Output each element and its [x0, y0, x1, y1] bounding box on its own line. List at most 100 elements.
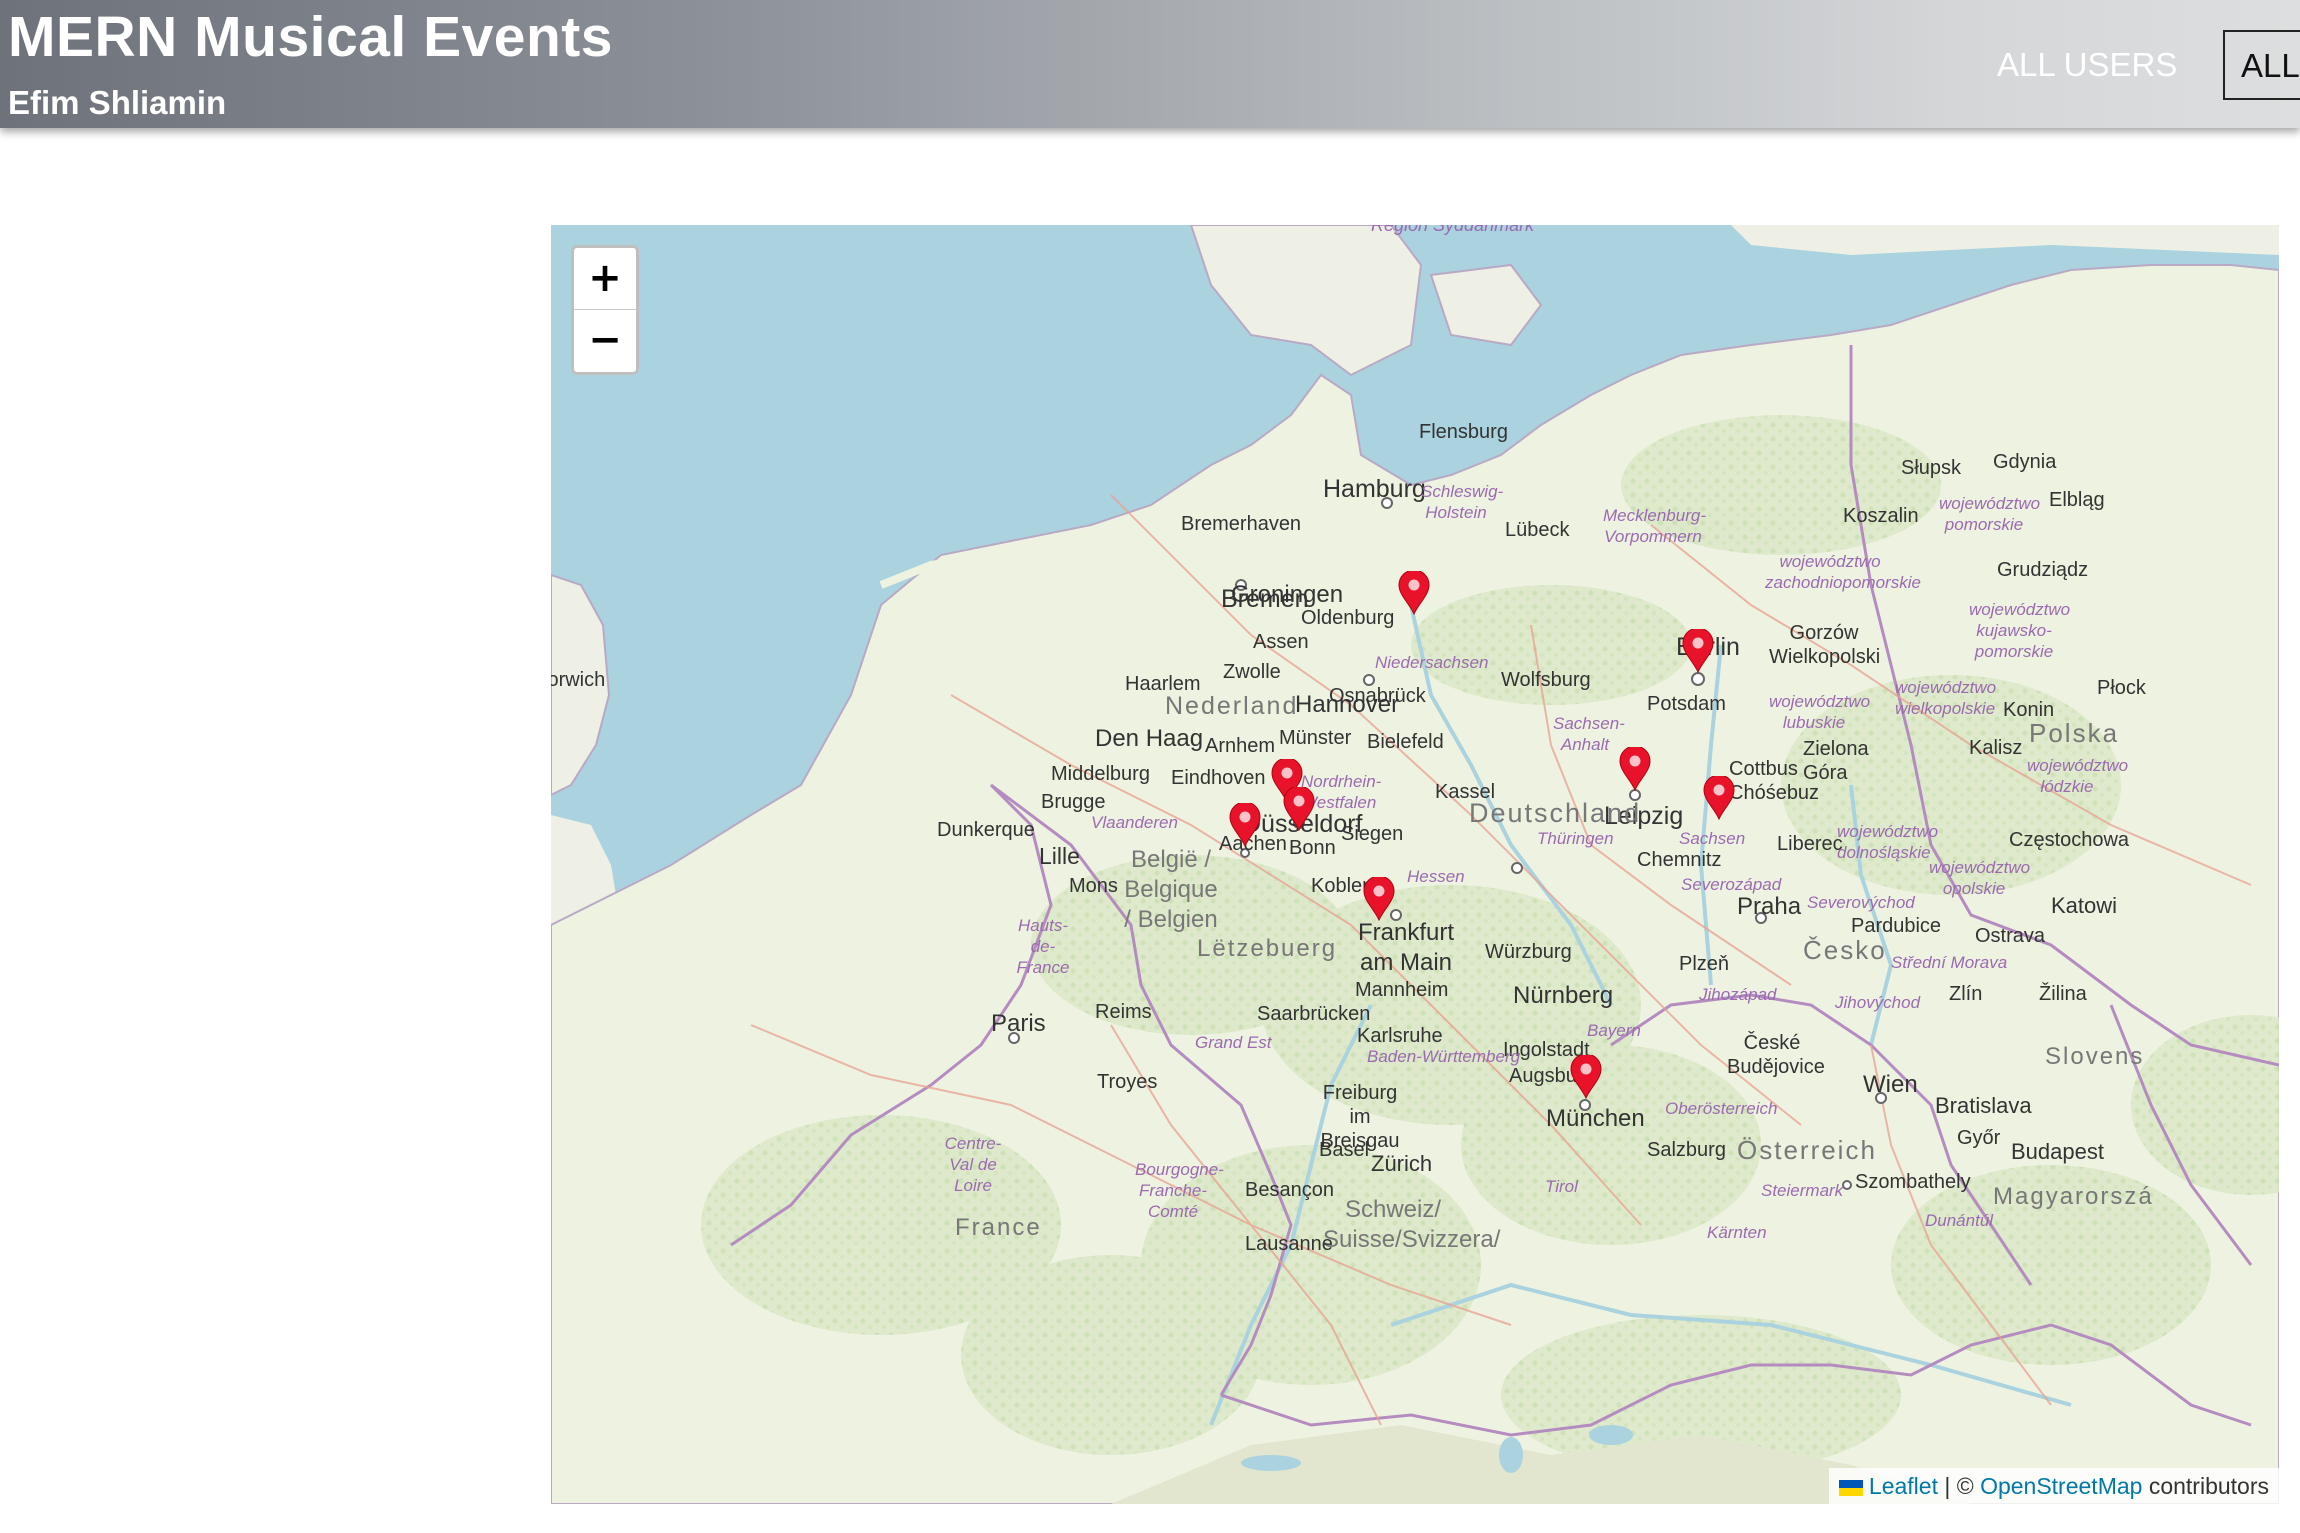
label-vlaanderen: Vlaanderen [1091, 813, 1178, 832]
label-czestochowa: Częstochowa [2009, 829, 2130, 851]
label-siegen: Siegen [1341, 823, 1404, 845]
label-szombathely: Szombathely [1855, 1171, 1971, 1193]
label-zuerich: Zürich [1371, 1151, 1433, 1176]
label-elblag: Elbląg [2049, 489, 2105, 511]
label-jihovychod: Jihovýchod [1835, 993, 1921, 1012]
events-map[interactable]: Hamburg Bremen Bremerhaven Berlin Hannov… [551, 225, 2279, 1504]
label-slupsk: Słupsk [1901, 457, 1962, 479]
label-lodzkie: województwo łódzkie [2027, 756, 2129, 796]
label-bratislava: Bratislava [1935, 1093, 2032, 1118]
label-katowice: Katowi [2051, 893, 2118, 918]
leaflet-link[interactable]: Leaflet [1869, 1473, 1938, 1499]
zoom-out-button[interactable]: − [574, 310, 636, 371]
label-pomorskie: województwo pomorskie [1939, 494, 2041, 534]
map-marker-icon[interactable] [1397, 571, 1431, 615]
map-marker-icon[interactable] [1282, 787, 1316, 831]
label-potsdam: Potsdam [1647, 693, 1726, 715]
label-bourgogne: Bourgogne-Franche-Comté [1135, 1160, 1224, 1221]
label-saarbruecken: Saarbrücken [1257, 1003, 1371, 1025]
author-name: Efim Shliamin [8, 84, 227, 121]
label-nederland: Nederland [1165, 692, 1299, 720]
map-attribution: Leaflet | © OpenStreetMap contributors [1828, 1468, 2279, 1504]
label-cottbus: Cottbus Chóśebuz [1729, 758, 1820, 804]
label-schweiz: Schweiz/ Suisse/Svizzera/ [1323, 1196, 1501, 1253]
label-chemnitz: Chemnitz [1637, 849, 1722, 871]
label-gorzow: Gorzów Wielkopolski [1769, 622, 1881, 668]
label-gdynia: Gdynia [1993, 451, 2057, 473]
label-plock: Płock [2097, 677, 2146, 699]
label-severozapad: Severozápad [1681, 875, 1782, 894]
nav-all-users-link[interactable]: ALL USERS [1997, 46, 2177, 84]
label-polska: Polska [2029, 718, 2120, 748]
map-marker-icon[interactable] [1228, 803, 1262, 847]
label-konin: Konin [2003, 699, 2055, 721]
label-luebeck: Lübeck [1505, 519, 1570, 541]
label-muenchen: München [1546, 1105, 1645, 1132]
label-severovychod: Severovýchod [1807, 893, 1915, 912]
label-steiermark: Steiermark [1761, 1181, 1844, 1200]
label-hessen: Hessen [1407, 867, 1465, 886]
label-plzen: Plzeň [1679, 953, 1730, 975]
label-liberec: Liberec [1777, 833, 1843, 855]
label-jihozapad: Jihozápad [1699, 985, 1777, 1004]
label-wuerzburg: Würzburg [1485, 941, 1572, 963]
label-grand-est: Grand Est [1195, 1033, 1272, 1052]
openstreetmap-link[interactable]: OpenStreetMap [1980, 1473, 2142, 1499]
ukraine-flag-icon [1838, 1480, 1863, 1496]
label-muenster: Münster [1279, 727, 1352, 749]
label-tirol: Tirol [1545, 1177, 1578, 1196]
attribution-contributors: contributors [2142, 1473, 2269, 1499]
label-eindhoven: Eindhoven [1171, 767, 1266, 789]
label-koszalin: Koszalin [1843, 505, 1919, 527]
label-pardubice: Pardubice [1851, 915, 1942, 937]
label-flensburg: Flensburg [1419, 421, 1508, 443]
label-osterreich: Österreich [1737, 1135, 1877, 1165]
label-magyarorszag: Magyarorszá [1993, 1183, 2154, 1210]
label-arnhem: Arnhem [1205, 735, 1276, 757]
label-stredni-morava: Střední Morava [1891, 953, 2008, 972]
label-france: France [955, 1214, 1042, 1241]
label-sachsen-anhalt: Sachsen-Anhalt [1553, 714, 1625, 754]
label-bremerhaven: Bremerhaven [1181, 513, 1302, 535]
map-marker-icon[interactable] [1569, 1055, 1603, 1099]
label-sachsen: Sachsen [1679, 829, 1746, 848]
map-marker-icon[interactable] [1362, 877, 1396, 921]
label-den-haag: Den Haag [1095, 725, 1204, 752]
label-wielkopolskie: województwo wielkopolskie [1895, 678, 1997, 718]
label-assen: Assen [1253, 631, 1309, 653]
map-marker-icon[interactable] [1702, 776, 1736, 820]
label-thueringen: Thüringen [1537, 829, 1614, 848]
label-troyes: Troyes [1097, 1071, 1158, 1093]
label-haarlem: Haarlem [1125, 673, 1201, 695]
label-karlsruhe: Karlsruhe [1357, 1025, 1443, 1047]
map-marker-icon[interactable] [1681, 629, 1715, 673]
label-oldenburg: Oldenburg [1301, 607, 1395, 629]
label-norwich: Norwich [551, 669, 606, 691]
label-freiburg: Freiburg im Breisgau [1320, 1082, 1400, 1152]
label-dunkerque: Dunkerque [937, 819, 1035, 841]
label-bonn: Bonn [1289, 837, 1336, 859]
label-hamburg: Hamburg [1323, 475, 1426, 503]
label-cesko: Česko [1803, 935, 1887, 965]
label-gyor: Győr [1957, 1127, 2001, 1149]
label-zachodniopomorskie: województwo zachodniopomorskie [1765, 552, 1921, 592]
label-salzburg: Salzburg [1647, 1139, 1726, 1161]
label-belgie: België / Belgique / Belgien [1124, 846, 1218, 933]
app-header: MERN Musical Events Efim Shliamin ALL US… [0, 0, 2300, 128]
label-mannheim: Mannheim [1355, 979, 1449, 1001]
label-praha: Praha [1737, 893, 1802, 920]
label-opolskie: województwo opolskie [1929, 858, 2031, 898]
label-mecklenburg: Mecklenburg-Vorpommern [1603, 506, 1706, 546]
label-oberoesterreich: Oberösterreich [1665, 1099, 1778, 1118]
label-lausanne: Lausanne [1245, 1233, 1333, 1255]
label-paris: Paris [991, 1010, 1046, 1037]
label-zwolle: Zwolle [1223, 661, 1281, 683]
nav-all-events-button[interactable]: ALL [2223, 30, 2300, 100]
zoom-in-button[interactable]: + [574, 248, 636, 310]
label-dunantul: Dunántúl [1925, 1211, 1994, 1230]
label-kaernten: Kärnten [1707, 1223, 1767, 1242]
label-zielona-gora: Zielona Góra [1803, 738, 1869, 784]
label-zlin: Zlín [1949, 983, 1983, 1005]
map-marker-icon[interactable] [1618, 747, 1652, 791]
label-niedersachsen: Niedersachsen [1375, 653, 1489, 672]
